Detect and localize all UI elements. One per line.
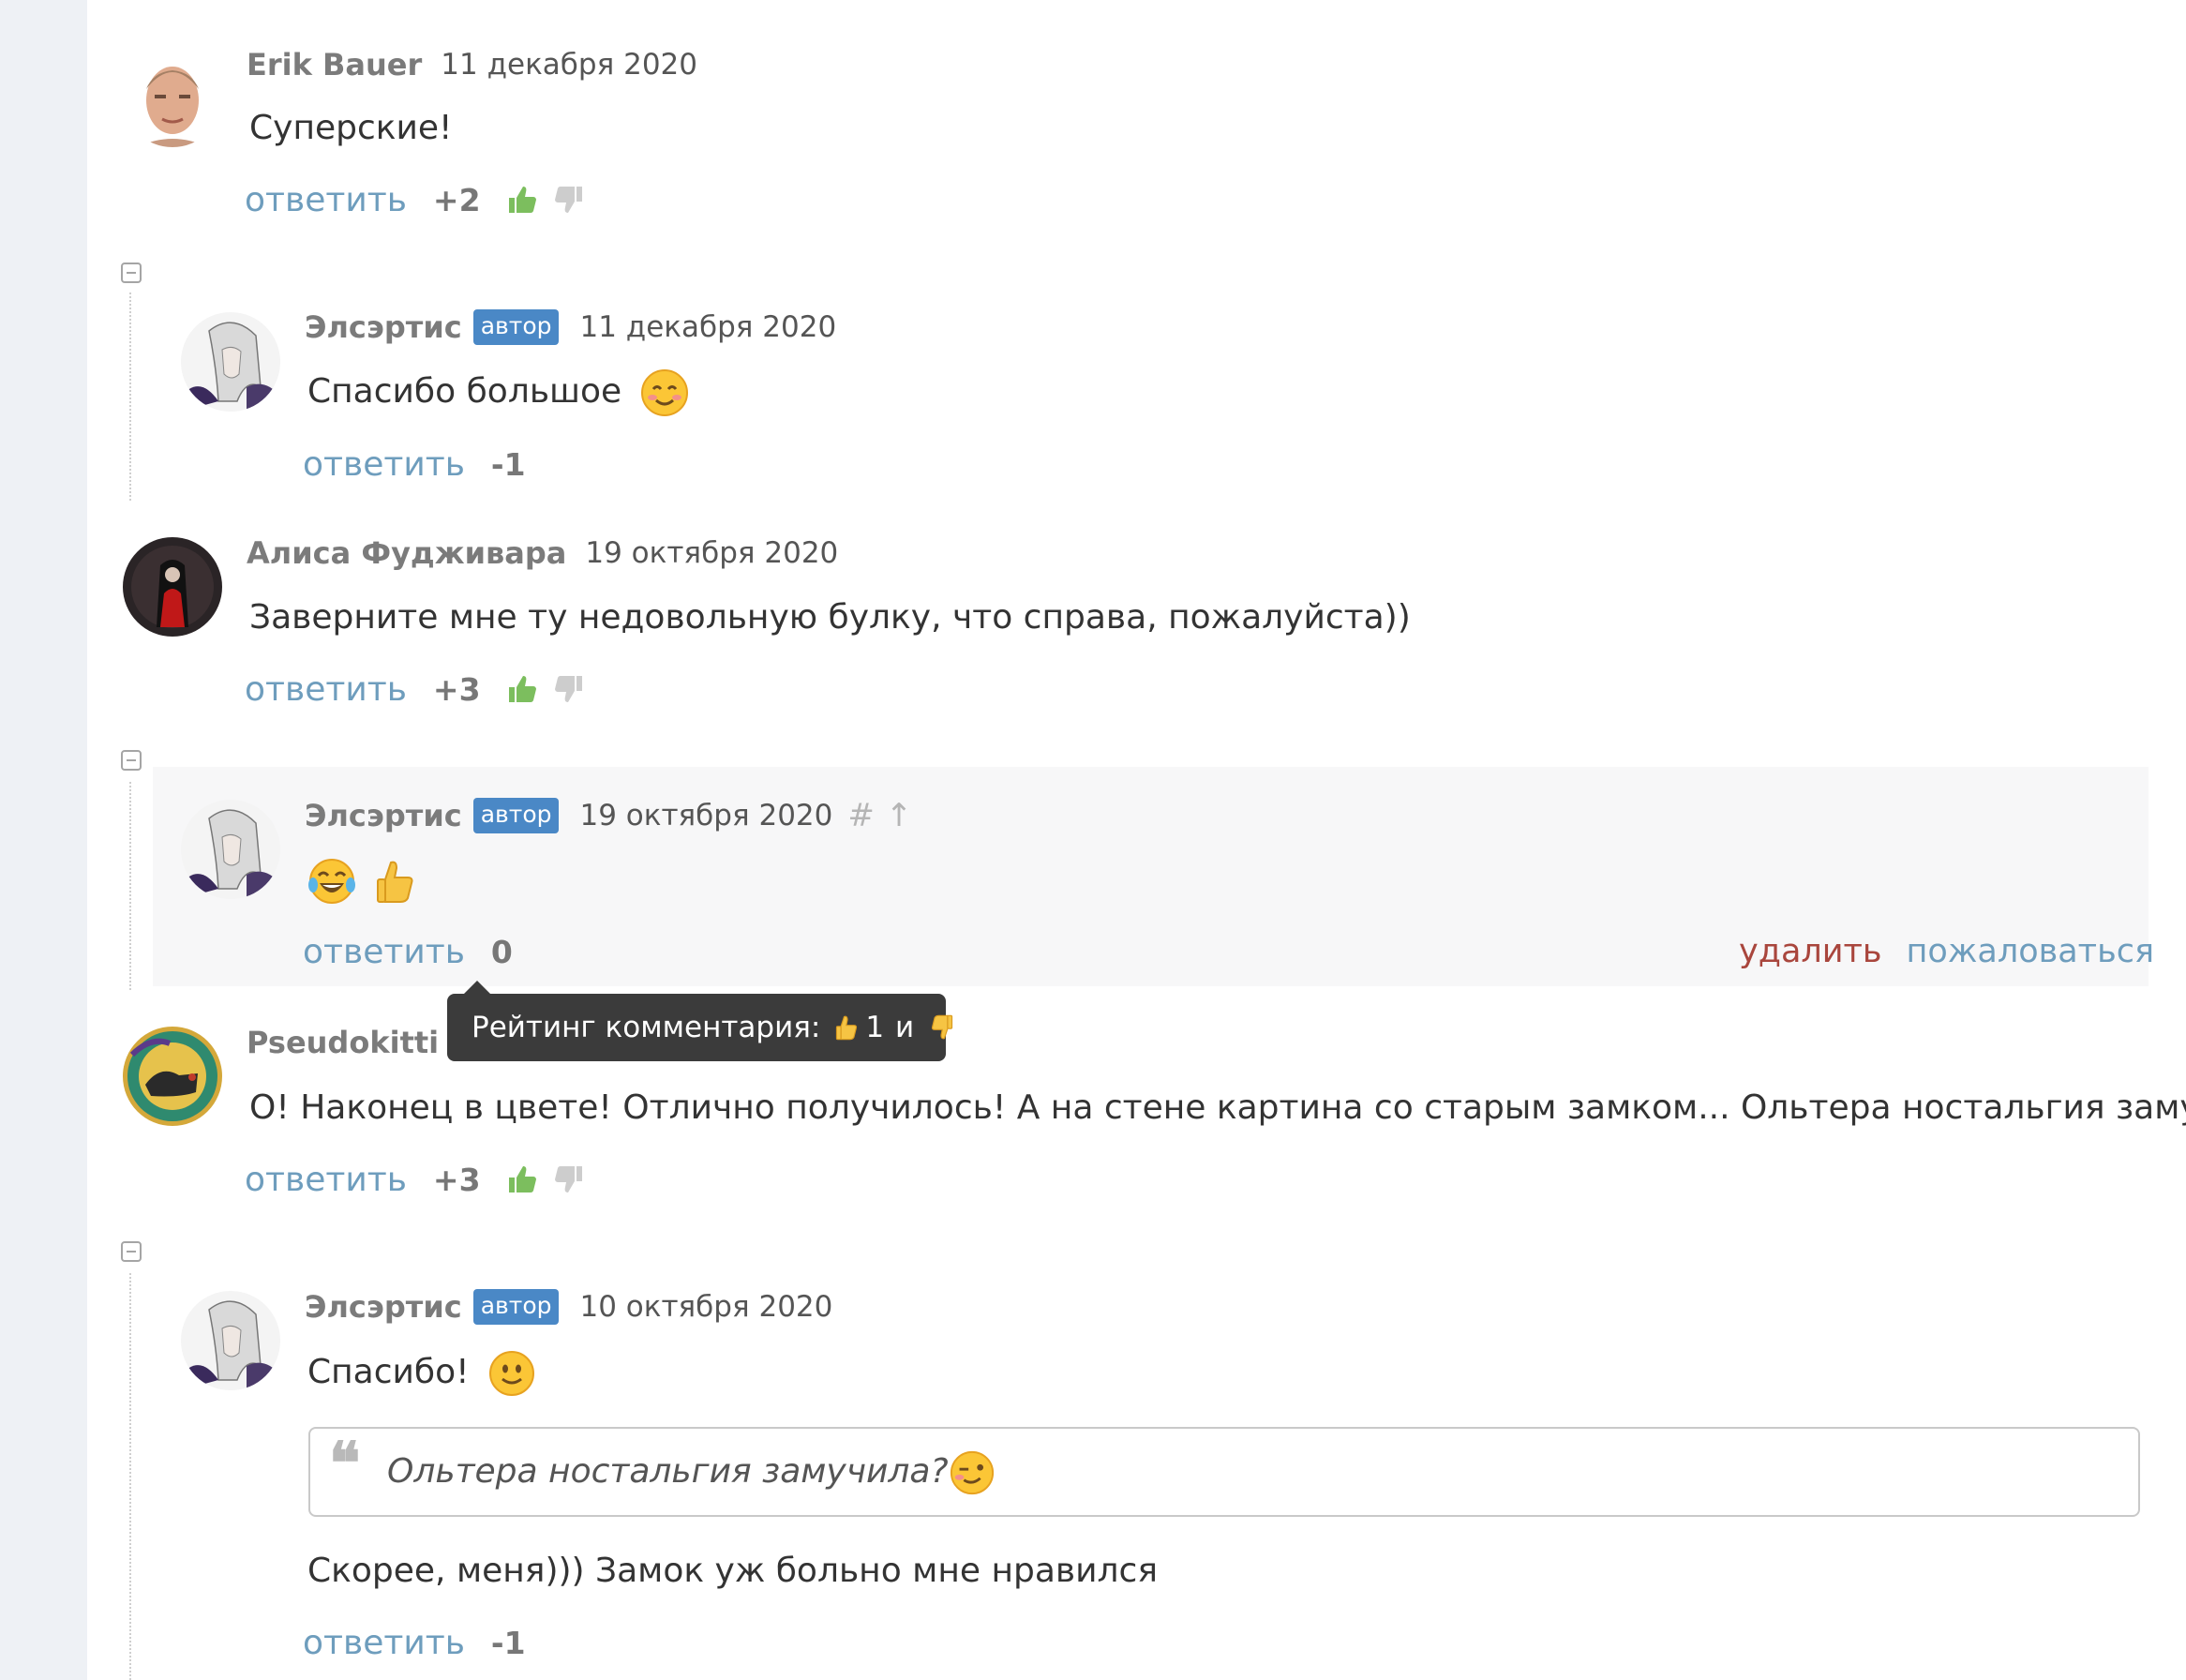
thumbs-down-icon[interactable] xyxy=(552,183,586,217)
comment-author[interactable]: Элсэртис xyxy=(305,1289,462,1325)
quote-text: Ольтера ностальгия замучила? xyxy=(387,1452,949,1491)
tears-of-joy-emoji-icon xyxy=(307,857,356,906)
avatar[interactable] xyxy=(181,1291,280,1390)
thumbs-up-emoji-icon xyxy=(833,1013,861,1042)
reply-link[interactable]: ответить xyxy=(245,670,407,709)
comment-author[interactable]: Элсэртис xyxy=(305,798,462,833)
parent-arrow-up-icon[interactable]: ↑ xyxy=(886,797,913,834)
tooltip-label: Рейтинг комментария: xyxy=(472,1011,821,1044)
thumbs-down-emoji-icon xyxy=(927,1013,955,1042)
comment-body: Спасибо! xyxy=(307,1349,536,1398)
comments-page: Erik Bauer 11 декабря 2020 Суперские! от… xyxy=(87,0,2186,1680)
comment-date: 10 октября 2020 xyxy=(579,1290,833,1324)
tooltip-dislikes: 1 xyxy=(959,1011,978,1044)
comment-author[interactable]: Pseudokitti xyxy=(247,1025,439,1060)
collapse-toggle-icon[interactable] xyxy=(121,750,142,771)
comment-text: Скорее, меня))) Замок уж больно мне нрав… xyxy=(307,1552,1158,1590)
rating-tooltip: Рейтинг комментария: 1 и 1 xyxy=(447,981,978,1061)
quote-mark-icon: ❝ xyxy=(329,1429,361,1497)
avatar[interactable] xyxy=(123,537,222,637)
delete-link[interactable]: удалить xyxy=(1739,933,1882,970)
comment-date: 19 октября 2020 xyxy=(579,799,833,832)
tooltip-likes: 1 xyxy=(865,1011,885,1044)
winking-emoji-icon xyxy=(949,1449,996,1496)
slight-smile-emoji-icon xyxy=(487,1349,536,1398)
comment-author[interactable]: Алиса Фудживара xyxy=(247,535,566,571)
reply-link[interactable]: ответить xyxy=(303,933,465,971)
author-badge: автор xyxy=(472,309,560,345)
thumbs-down-icon[interactable] xyxy=(552,672,586,706)
comment-rating: -1 xyxy=(490,445,526,483)
comment-body xyxy=(307,857,421,906)
comment-rating: +3 xyxy=(432,670,481,708)
comment-author[interactable]: Erik Bauer xyxy=(247,47,422,82)
comment-date: 19 октября 2020 xyxy=(585,536,839,570)
permalink-hash-icon[interactable]: # xyxy=(847,797,875,834)
thread-line xyxy=(129,782,131,990)
comment-body: О! Наконец в цвете! Отлично получилось! … xyxy=(249,1085,2186,1133)
thread-line xyxy=(129,1273,131,1680)
reply-link[interactable]: ответить xyxy=(303,445,465,484)
reply-link[interactable]: ответить xyxy=(245,1161,407,1199)
complain-link[interactable]: пожаловаться xyxy=(1907,933,2154,970)
thumbs-up-icon[interactable] xyxy=(505,672,539,706)
comment-text: Заверните мне ту недовольную булку, что … xyxy=(249,598,1411,637)
reply-link[interactable]: ответить xyxy=(303,1624,465,1662)
comment-rating: -1 xyxy=(490,1624,526,1661)
comment-rating: +2 xyxy=(432,181,481,218)
comment-rating: 0 xyxy=(490,933,513,970)
avatar[interactable] xyxy=(181,312,280,412)
avatar[interactable] xyxy=(123,1027,222,1126)
thumbs-up-emoji-icon xyxy=(372,857,421,906)
collapse-toggle-icon[interactable] xyxy=(121,262,142,283)
comment-author[interactable]: Элсэртис xyxy=(305,309,462,345)
avatar[interactable] xyxy=(123,48,222,147)
thread-line xyxy=(129,292,131,501)
quote-block: ❝ Ольтера ностальгия замучила? xyxy=(308,1427,2140,1517)
tooltip-conjunction: и xyxy=(895,1011,915,1044)
collapse-toggle-icon[interactable] xyxy=(121,1241,142,1262)
thumbs-up-icon[interactable] xyxy=(505,1162,539,1196)
comment-date: 11 декабря 2020 xyxy=(441,48,697,82)
comment-text: О! Наконец в цвете! Отлично получилось! … xyxy=(249,1088,2186,1127)
comment-text: Спасибо большое xyxy=(307,372,622,411)
comment-rating: +3 xyxy=(432,1161,481,1198)
author-badge: автор xyxy=(472,1289,560,1325)
avatar[interactable] xyxy=(181,800,280,899)
author-badge: автор xyxy=(472,798,560,833)
comment-text: Спасибо! xyxy=(307,1353,470,1391)
thumbs-up-icon[interactable] xyxy=(505,183,539,217)
thumbs-down-icon[interactable] xyxy=(552,1162,586,1196)
smiling-blush-emoji-icon xyxy=(640,368,689,417)
comment-date: 11 декабря 2020 xyxy=(579,310,837,344)
reply-link[interactable]: ответить xyxy=(245,181,407,219)
comment-text: Суперские! xyxy=(249,109,453,147)
comment-body: Спасибо большое xyxy=(307,368,689,417)
